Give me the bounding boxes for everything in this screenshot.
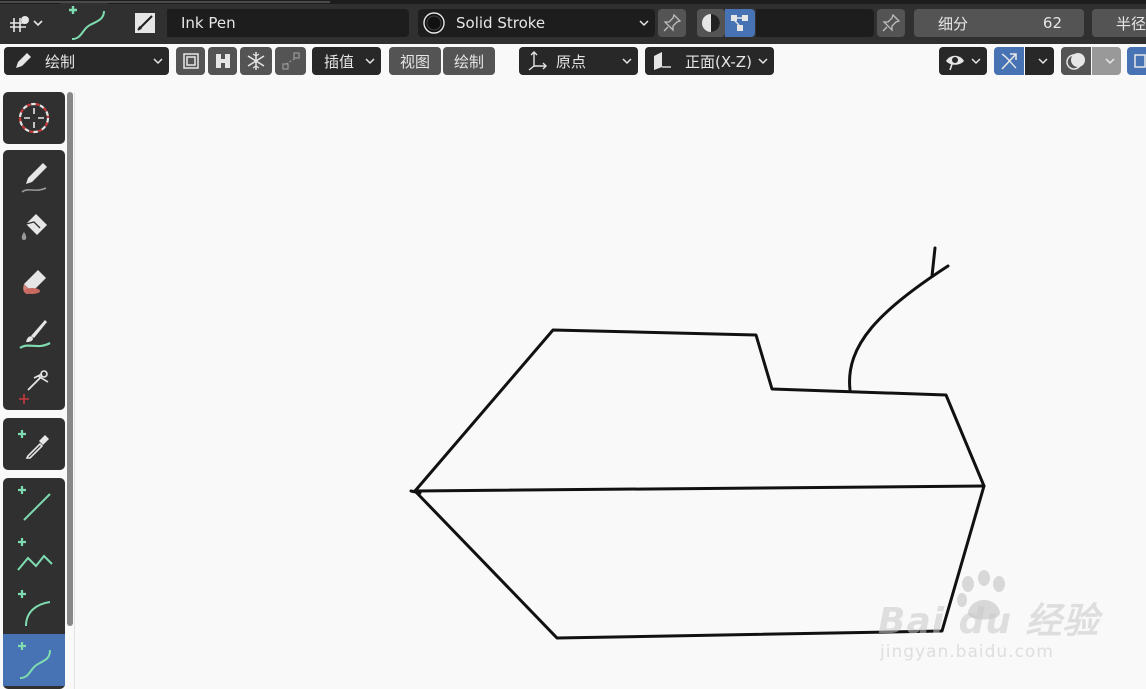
ship-bow-tip-stroke	[409, 489, 422, 495]
watermark-brand: Bai du 经验	[878, 601, 1100, 642]
ship-deck-line-stroke	[413, 484, 986, 493]
watermark-url: jingyan.baidu.com	[880, 642, 1054, 662]
ship-drawing-strokes	[409, 246, 986, 640]
ship-mast-curve-stroke	[848, 264, 950, 392]
ship-mast-tip-stroke	[930, 246, 937, 278]
viewport-canvas[interactable]	[0, 0, 1146, 689]
